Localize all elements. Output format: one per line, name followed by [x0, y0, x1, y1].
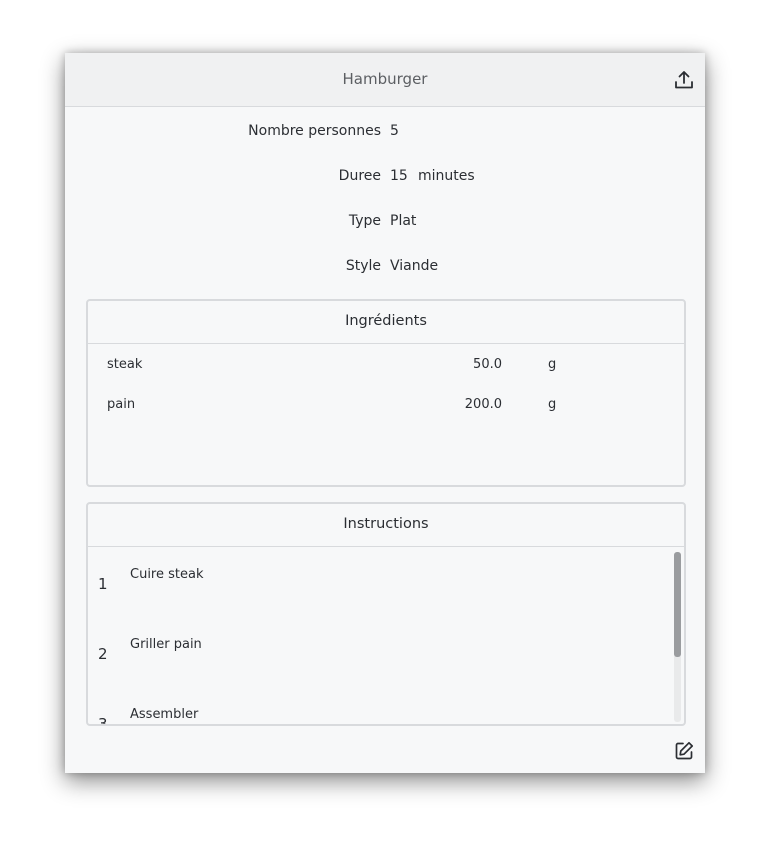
instructions-title: Instructions	[343, 516, 429, 532]
ingredient-row[interactable]: steak 50.0 g	[88, 355, 684, 377]
type-value: Plat	[390, 213, 417, 229]
ingredients-panel: Ingrédients steak 50.0 g pain 200.0 g	[86, 299, 686, 487]
scrollbar-thumb[interactable]	[674, 552, 681, 657]
style-value: Viande	[390, 258, 439, 274]
instruction-text: Cuire steak	[130, 567, 204, 582]
persons-row: Nombre personnes 5	[65, 121, 705, 143]
style-label: Style	[345, 258, 381, 274]
ingredients-title: Ingrédients	[345, 313, 427, 329]
style-row: Style Viande	[65, 256, 705, 278]
share-button[interactable]	[671, 67, 697, 93]
instruction-text: Assembler	[130, 707, 199, 722]
persons-label: Nombre personnes	[248, 123, 381, 139]
duration-label: Duree	[338, 168, 381, 184]
recipe-window: Hamburger Nombre personnes 5 Duree 15 mi…	[65, 53, 705, 773]
instruction-number: 1	[98, 575, 108, 593]
instruction-item[interactable]: 3 Assembler	[88, 687, 668, 724]
ingredient-unit: g	[548, 397, 557, 412]
ingredients-header: Ingrédients	[88, 301, 684, 344]
ingredient-qty: 200.0	[464, 397, 502, 412]
edit-button[interactable]	[671, 738, 697, 764]
share-upload-icon	[675, 71, 693, 89]
edit-pencil-icon	[675, 741, 694, 760]
instructions-list[interactable]: 1 Cuire steak 2 Griller pain 3 Assembler	[88, 547, 684, 724]
persons-value: 5	[390, 123, 399, 139]
title-bar: Hamburger	[65, 53, 705, 107]
ingredient-qty: 50.0	[473, 357, 502, 372]
instruction-item[interactable]: 1 Cuire steak	[88, 547, 668, 617]
duration-row: Duree 15 minutes	[65, 166, 705, 188]
ingredient-name: steak	[107, 357, 143, 372]
instructions-header: Instructions	[88, 504, 684, 547]
instruction-number: 3	[98, 715, 108, 724]
ingredient-row[interactable]: pain 200.0 g	[88, 395, 684, 417]
instruction-item[interactable]: 2 Griller pain	[88, 617, 668, 687]
ingredient-unit: g	[548, 357, 557, 372]
duration-value: 15	[390, 168, 408, 184]
window-title: Hamburger	[342, 70, 428, 88]
type-row: Type Plat	[65, 211, 705, 233]
instruction-number: 2	[98, 645, 108, 663]
ingredient-name: pain	[107, 397, 136, 412]
type-label: Type	[348, 213, 381, 229]
duration-unit: minutes	[418, 168, 475, 184]
instructions-scrollbar[interactable]	[674, 552, 681, 722]
instructions-panel: Instructions 1 Cuire steak 2 Griller pai…	[86, 502, 686, 726]
instruction-text: Griller pain	[130, 637, 202, 652]
